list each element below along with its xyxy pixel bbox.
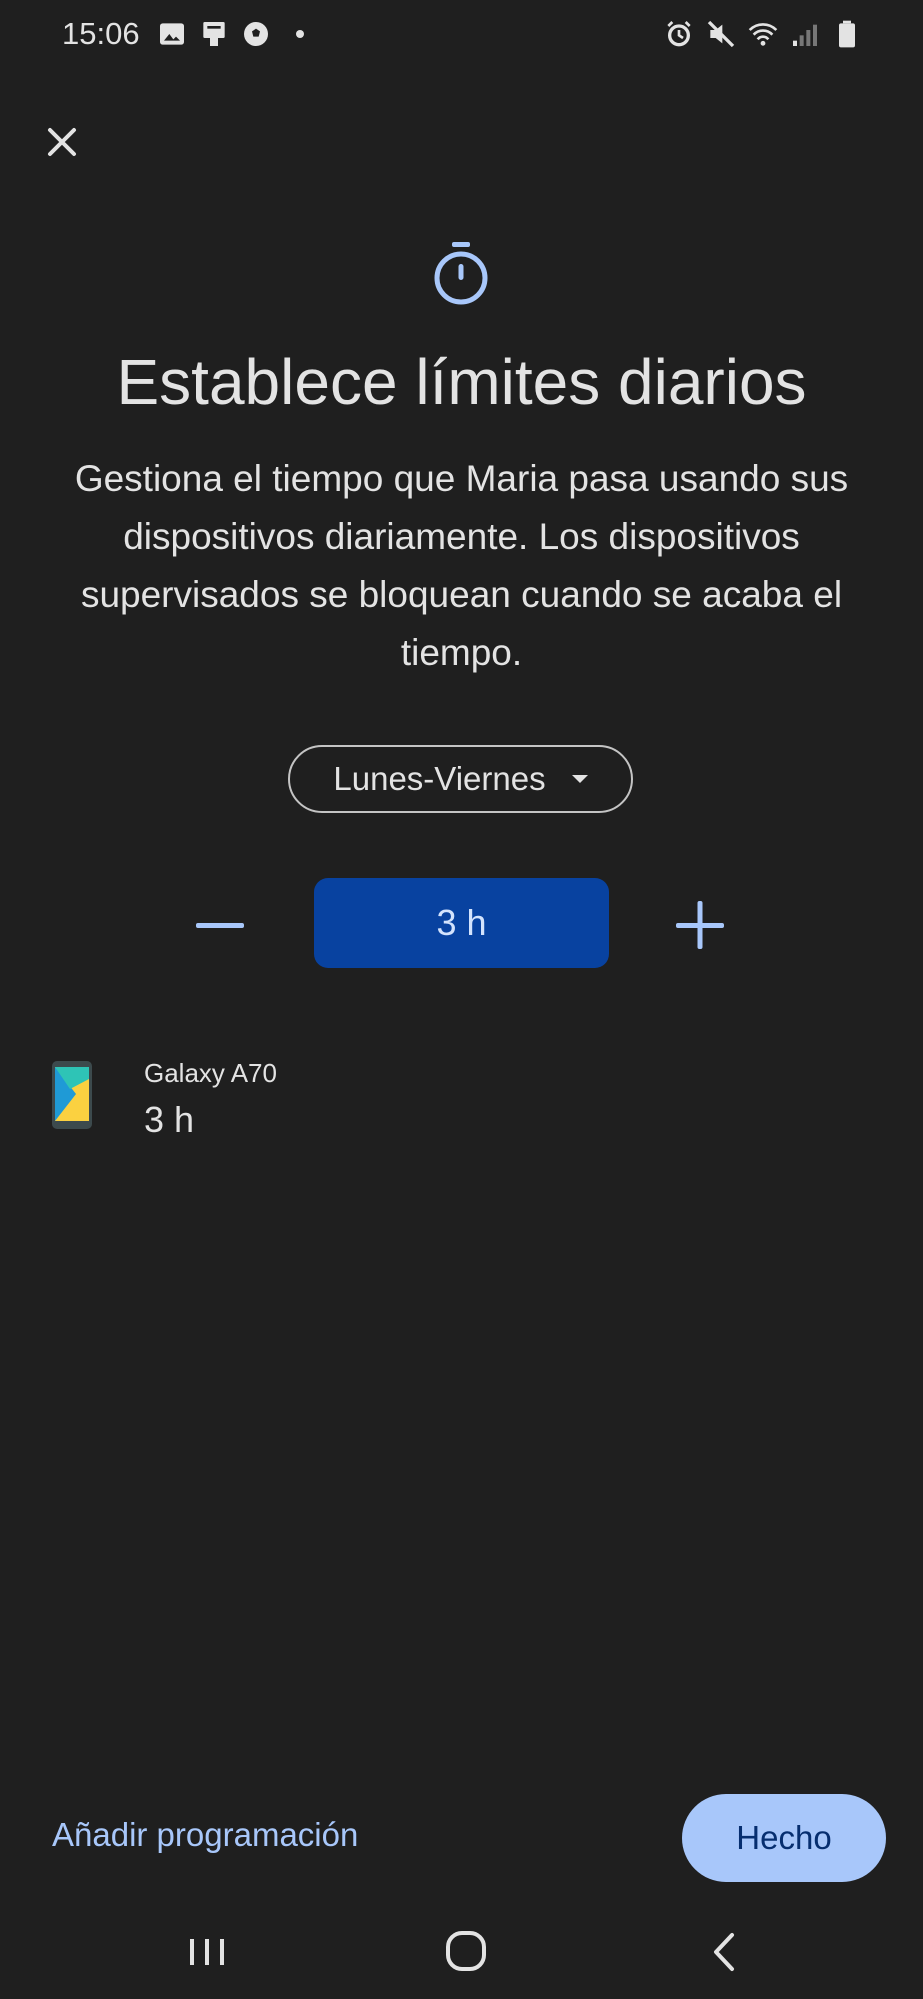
daily-limit-text: 3 h	[436, 902, 487, 943]
status-time: 15:06	[62, 16, 140, 51]
back-icon[interactable]	[700, 1927, 750, 1977]
voicemail-icon	[203, 22, 225, 46]
daily-limit-value: 3 h	[314, 878, 609, 968]
page-title: Establece límites diarios	[116, 346, 807, 418]
done-button[interactable]: Hecho	[682, 1794, 886, 1882]
phone-icon	[52, 1061, 92, 1129]
page-description: Gestiona el tiempo que Maria pasa usando…	[74, 458, 849, 673]
home-icon[interactable]	[440, 1925, 492, 1977]
decrease-button[interactable]	[192, 895, 252, 955]
football-icon	[244, 22, 268, 46]
add-schedule-link[interactable]: Añadir programación	[52, 1816, 358, 1854]
timer-icon	[434, 242, 488, 305]
device-name: Galaxy A70	[144, 1058, 277, 1088]
status-bar: 15:06	[0, 0, 923, 70]
image-icon	[160, 23, 184, 45]
done-button-label: Hecho	[736, 1819, 832, 1856]
minus-icon	[196, 923, 244, 928]
recents-icon[interactable]	[182, 1927, 232, 1977]
device-limit: 3 h	[144, 1099, 195, 1140]
close-icon[interactable]	[38, 118, 86, 166]
device-list-item[interactable]: Galaxy A70 3 h	[0, 1045, 923, 1140]
alarm-icon	[667, 21, 691, 47]
chevron-down-icon	[571, 775, 588, 783]
notification-dot	[296, 30, 304, 38]
schedule-dropdown[interactable]: Lunes-Viernes	[288, 745, 633, 813]
wifi-icon	[748, 23, 778, 46]
signal-icon	[793, 24, 817, 46]
mute-icon	[707, 20, 735, 48]
battery-icon	[839, 20, 855, 48]
increase-button[interactable]	[668, 893, 732, 957]
system-nav-bar	[0, 1905, 923, 1999]
schedule-dropdown-label: Lunes-Viernes	[333, 760, 546, 797]
